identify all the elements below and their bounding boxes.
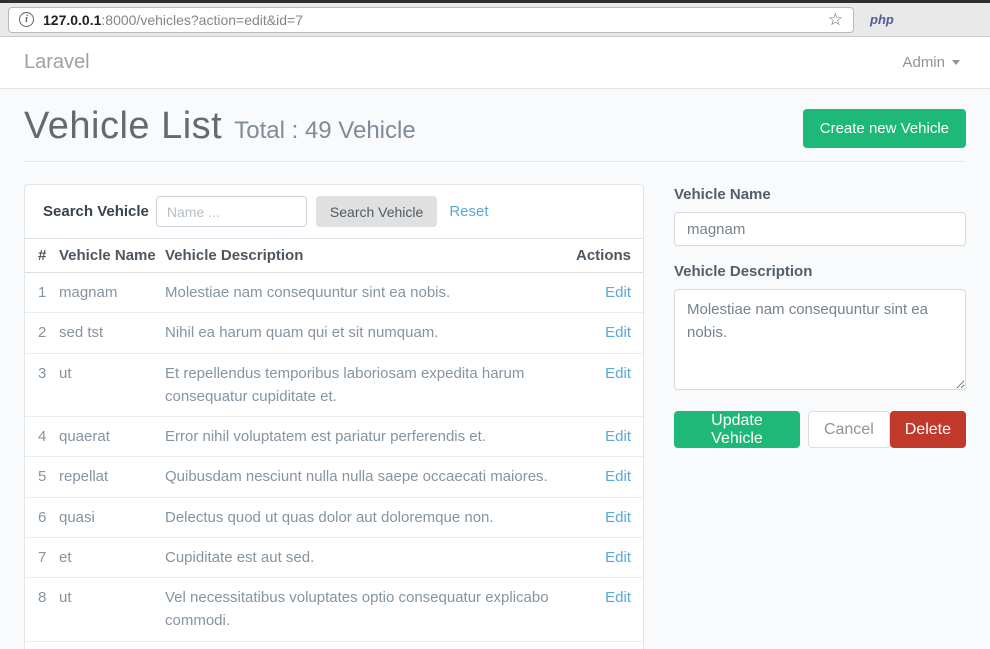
page-header: Vehicle List Total : 49 Vehicle Create n…: [24, 105, 966, 148]
row-number: 5: [25, 457, 59, 497]
page-info-icon[interactable]: i: [19, 12, 34, 27]
search-input[interactable]: [156, 196, 307, 227]
row-vehicle-name: quaerat: [59, 417, 165, 457]
table-row: 4 quaerat Error nihil voluptatem est par…: [25, 417, 643, 457]
app-navbar: Laravel Admin: [0, 37, 990, 89]
edit-link[interactable]: Edit: [605, 468, 631, 485]
table-row: 5 repellat Quibusdam nesciunt nulla null…: [25, 457, 643, 497]
vehicle-table-body: 1 magnam Molestiae nam consequuntur sint…: [25, 273, 643, 649]
vehicle-name-label: Vehicle Name: [674, 186, 966, 203]
row-vehicle-description: Quibusdam nesciunt nulla nulla saepe occ…: [165, 457, 576, 497]
update-vehicle-button[interactable]: Update Vehicle: [674, 411, 800, 448]
row-number: 7: [25, 537, 59, 577]
vehicle-description-textarea[interactable]: Molestiae nam consequuntur sint ea nobis…: [674, 289, 966, 390]
table-header-row: # Vehicle Name Vehicle Description Actio…: [25, 239, 643, 273]
vehicle-table: # Vehicle Name Vehicle Description Actio…: [25, 239, 643, 649]
edit-link[interactable]: Edit: [605, 324, 631, 341]
vehicle-description-label: Vehicle Description: [674, 263, 966, 280]
table-row: 8 ut Vel necessitatibus voluptates optio…: [25, 578, 643, 642]
row-vehicle-name: quasi: [59, 497, 165, 537]
search-label: Search Vehicle: [43, 203, 149, 220]
browser-toolbar: i 127.0.0.1:8000/vehicles?action=edit&id…: [0, 3, 990, 37]
page-title: Vehicle List: [24, 105, 222, 148]
row-vehicle-name: voluptates: [59, 641, 165, 649]
row-vehicle-description: Molestiae nam consequuntur sint ea nobis…: [165, 273, 576, 313]
row-vehicle-description: Cupiditate est aut sed.: [165, 537, 576, 577]
page-content: Vehicle List Total : 49 Vehicle Create n…: [0, 105, 990, 649]
header-divider: [24, 161, 966, 162]
address-bar[interactable]: i 127.0.0.1:8000/vehicles?action=edit&id…: [8, 7, 854, 33]
search-button[interactable]: Search Vehicle: [316, 196, 437, 227]
row-vehicle-description: Quaerat maxime qui dolore.: [165, 641, 576, 649]
vehicle-name-input[interactable]: [674, 212, 966, 246]
row-vehicle-description: Delectus quod ut quas dolor aut doloremq…: [165, 497, 576, 537]
table-row: 2 sed tst Nihil ea harum quam qui et sit…: [25, 313, 643, 353]
table-row: 7 et Cupiditate est aut sed. Edit: [25, 537, 643, 577]
row-vehicle-name: sed tst: [59, 313, 165, 353]
edit-link[interactable]: Edit: [605, 549, 631, 566]
table-row: 3 ut Et repellendus temporibus laboriosa…: [25, 353, 643, 417]
edit-link[interactable]: Edit: [605, 428, 631, 445]
row-number: 8: [25, 578, 59, 642]
search-bar: Search Vehicle Search Vehicle Reset: [25, 185, 643, 239]
row-vehicle-description: Vel necessitatibus voluptates optio cons…: [165, 578, 576, 642]
row-vehicle-name: repellat: [59, 457, 165, 497]
table-row: 1 magnam Molestiae nam consequuntur sint…: [25, 273, 643, 313]
row-number: 9: [25, 641, 59, 649]
chevron-down-icon: [952, 60, 960, 65]
php-extension-icon[interactable]: php: [870, 12, 894, 27]
header-vehicle-description: Vehicle Description: [165, 239, 576, 273]
total-count-label: Total : 49 Vehicle: [234, 117, 415, 145]
vehicle-list-panel: Search Vehicle Search Vehicle Reset # Ve…: [24, 184, 644, 649]
delete-button[interactable]: Delete: [890, 411, 966, 448]
row-number: 1: [25, 273, 59, 313]
edit-link[interactable]: Edit: [605, 284, 631, 301]
row-vehicle-name: ut: [59, 353, 165, 417]
header-vehicle-name: Vehicle Name: [59, 239, 165, 273]
row-vehicle-name: et: [59, 537, 165, 577]
row-vehicle-name: magnam: [59, 273, 165, 313]
user-dropdown[interactable]: Admin: [902, 54, 960, 71]
row-vehicle-description: Error nihil voluptatem est pariatur perf…: [165, 417, 576, 457]
form-buttons: Update Vehicle Cancel Delete: [674, 411, 966, 448]
bookmark-star-icon[interactable]: ☆: [828, 11, 843, 28]
header-actions: Actions: [576, 239, 643, 273]
row-vehicle-description: Nihil ea harum quam qui et sit numquam.: [165, 313, 576, 353]
url-host: 127.0.0.1: [43, 12, 101, 28]
url-path: :8000/vehicles?action=edit&id=7: [101, 12, 303, 28]
browser-chrome: i 127.0.0.1:8000/vehicles?action=edit&id…: [0, 0, 990, 37]
row-number: 4: [25, 417, 59, 457]
edit-vehicle-form: Vehicle Name Vehicle Description Molesti…: [674, 184, 966, 448]
row-vehicle-name: ut: [59, 578, 165, 642]
table-row: 9 voluptates Quaerat maxime qui dolore. …: [25, 641, 643, 649]
edit-link[interactable]: Edit: [605, 589, 631, 606]
edit-link[interactable]: Edit: [605, 509, 631, 526]
user-dropdown-label: Admin: [902, 54, 945, 71]
row-number: 2: [25, 313, 59, 353]
cancel-button[interactable]: Cancel: [808, 411, 890, 448]
url-text: 127.0.0.1:8000/vehicles?action=edit&id=7: [43, 12, 828, 28]
reset-link[interactable]: Reset: [449, 203, 488, 220]
brand-link[interactable]: Laravel: [24, 51, 90, 74]
edit-link[interactable]: Edit: [605, 365, 631, 382]
row-number: 3: [25, 353, 59, 417]
row-number: 6: [25, 497, 59, 537]
row-vehicle-description: Et repellendus temporibus laboriosam exp…: [165, 353, 576, 417]
table-row: 6 quasi Delectus quod ut quas dolor aut …: [25, 497, 643, 537]
header-num: #: [25, 239, 59, 273]
create-vehicle-button[interactable]: Create new Vehicle: [803, 109, 966, 148]
